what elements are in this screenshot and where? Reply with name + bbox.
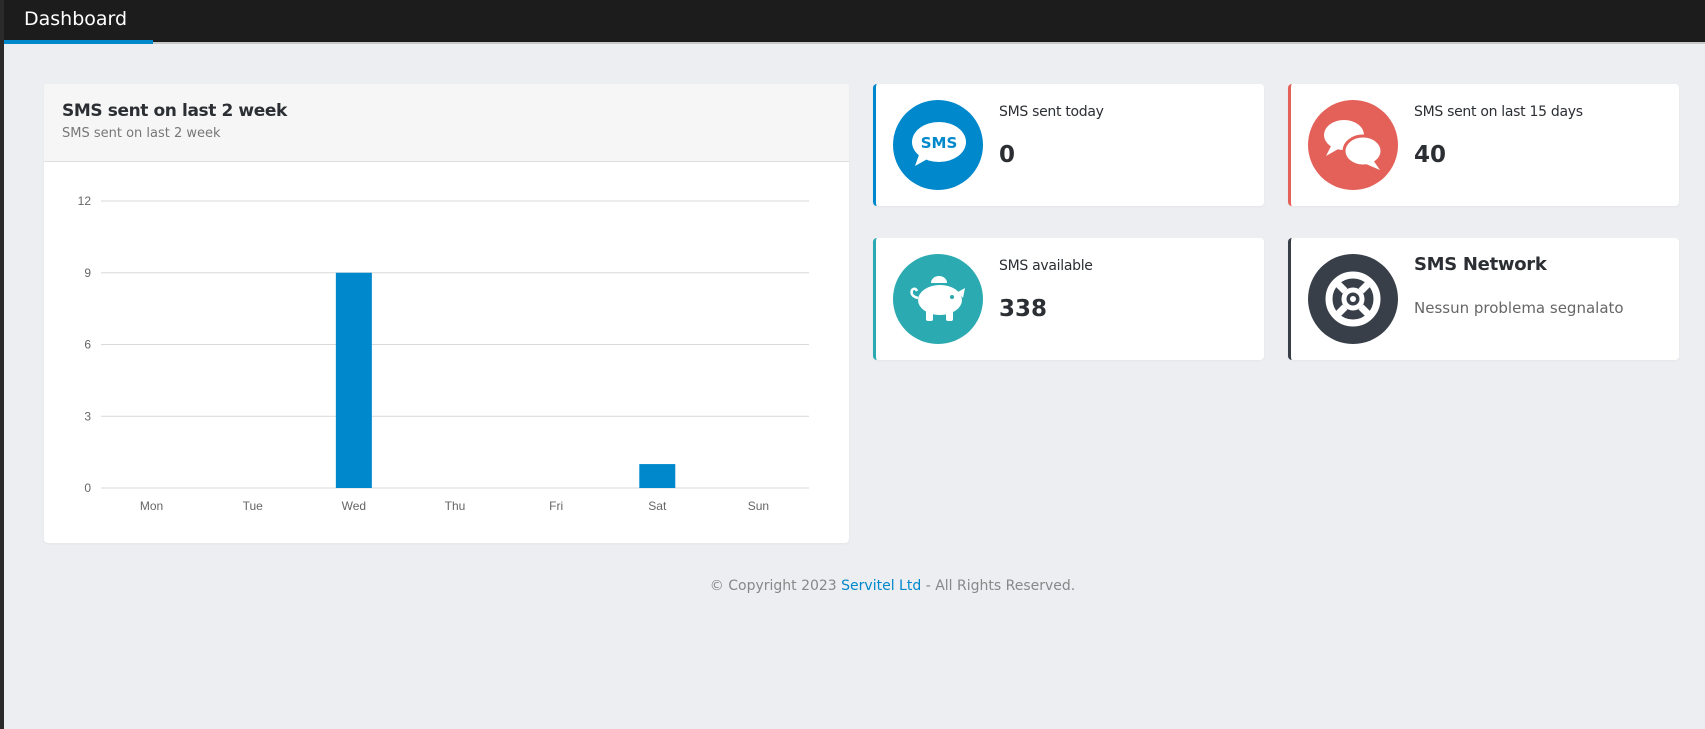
y-tick-label: 12 bbox=[78, 194, 92, 208]
stat-card-sms-today: SMS SMS sent today 0 bbox=[873, 84, 1264, 206]
stat-card-sms-available: SMS available 338 bbox=[873, 238, 1264, 360]
x-tick-label-tue: Tue bbox=[243, 499, 264, 513]
stat-label-sms-today: SMS sent today bbox=[999, 104, 1104, 120]
svg-text:SMS: SMS bbox=[921, 134, 958, 152]
y-tick-label: 9 bbox=[84, 266, 91, 280]
active-tab-indicator bbox=[4, 40, 153, 44]
life-ring-icon bbox=[1308, 254, 1398, 344]
chat-bubbles-icon bbox=[1308, 100, 1398, 190]
bar-sat[interactable] bbox=[639, 464, 676, 488]
footer-copyright: © Copyright 2023 bbox=[709, 578, 837, 594]
piggy-bank-icon bbox=[893, 254, 983, 344]
chart-card: SMS sent on last 2 week SMS sent on last… bbox=[44, 84, 849, 543]
stat-card-sms-network: SMS Network Nessun problema segnalato bbox=[1288, 238, 1679, 360]
x-tick-label-wed: Wed bbox=[342, 499, 366, 513]
top-bar: Dashboard bbox=[4, 0, 1705, 44]
stat-value-sms-today: 0 bbox=[999, 142, 1016, 168]
stat-value-sms-last-15-days: 40 bbox=[1414, 142, 1447, 168]
page-title[interactable]: Dashboard bbox=[24, 8, 127, 30]
stat-label-sms-last-15-days: SMS sent on last 15 days bbox=[1414, 104, 1583, 120]
x-tick-label-mon: Mon bbox=[140, 499, 163, 513]
window-edge bbox=[0, 0, 4, 729]
chart-card-subtitle: SMS sent on last 2 week bbox=[62, 126, 221, 141]
bar-wed[interactable] bbox=[335, 272, 372, 488]
stat-value-sms-network: Nessun problema segnalato bbox=[1414, 299, 1624, 317]
stat-label-sms-available: SMS available bbox=[999, 258, 1093, 274]
y-tick-label: 3 bbox=[84, 409, 91, 423]
y-tick-label: 6 bbox=[84, 338, 91, 352]
x-tick-label-sat: Sat bbox=[648, 499, 667, 513]
footer-rights: - All Rights Reserved. bbox=[925, 578, 1076, 594]
chart-card-header: SMS sent on last 2 week SMS sent on last… bbox=[44, 84, 849, 162]
y-tick-label: 0 bbox=[84, 481, 91, 495]
stat-value-sms-available: 338 bbox=[999, 296, 1048, 322]
chart-card-title: SMS sent on last 2 week bbox=[62, 101, 287, 121]
bar-chart: 0 3 6 9 12 Mon Tue Wed Thu Fri Sat Sun bbox=[78, 194, 809, 513]
footer: © Copyright 2023 Servitel Ltd - All Righ… bbox=[0, 578, 1705, 594]
stat-card-sms-last-15-days: SMS sent on last 15 days 40 bbox=[1288, 84, 1679, 206]
stat-label-sms-network: SMS Network bbox=[1414, 254, 1547, 275]
sms-bubble-icon: SMS bbox=[893, 100, 983, 190]
x-tick-label-fri: Fri bbox=[549, 499, 563, 513]
footer-company-link[interactable]: Servitel Ltd bbox=[841, 578, 921, 594]
x-tick-label-sun: Sun bbox=[748, 499, 769, 513]
x-tick-label-thu: Thu bbox=[445, 499, 466, 513]
